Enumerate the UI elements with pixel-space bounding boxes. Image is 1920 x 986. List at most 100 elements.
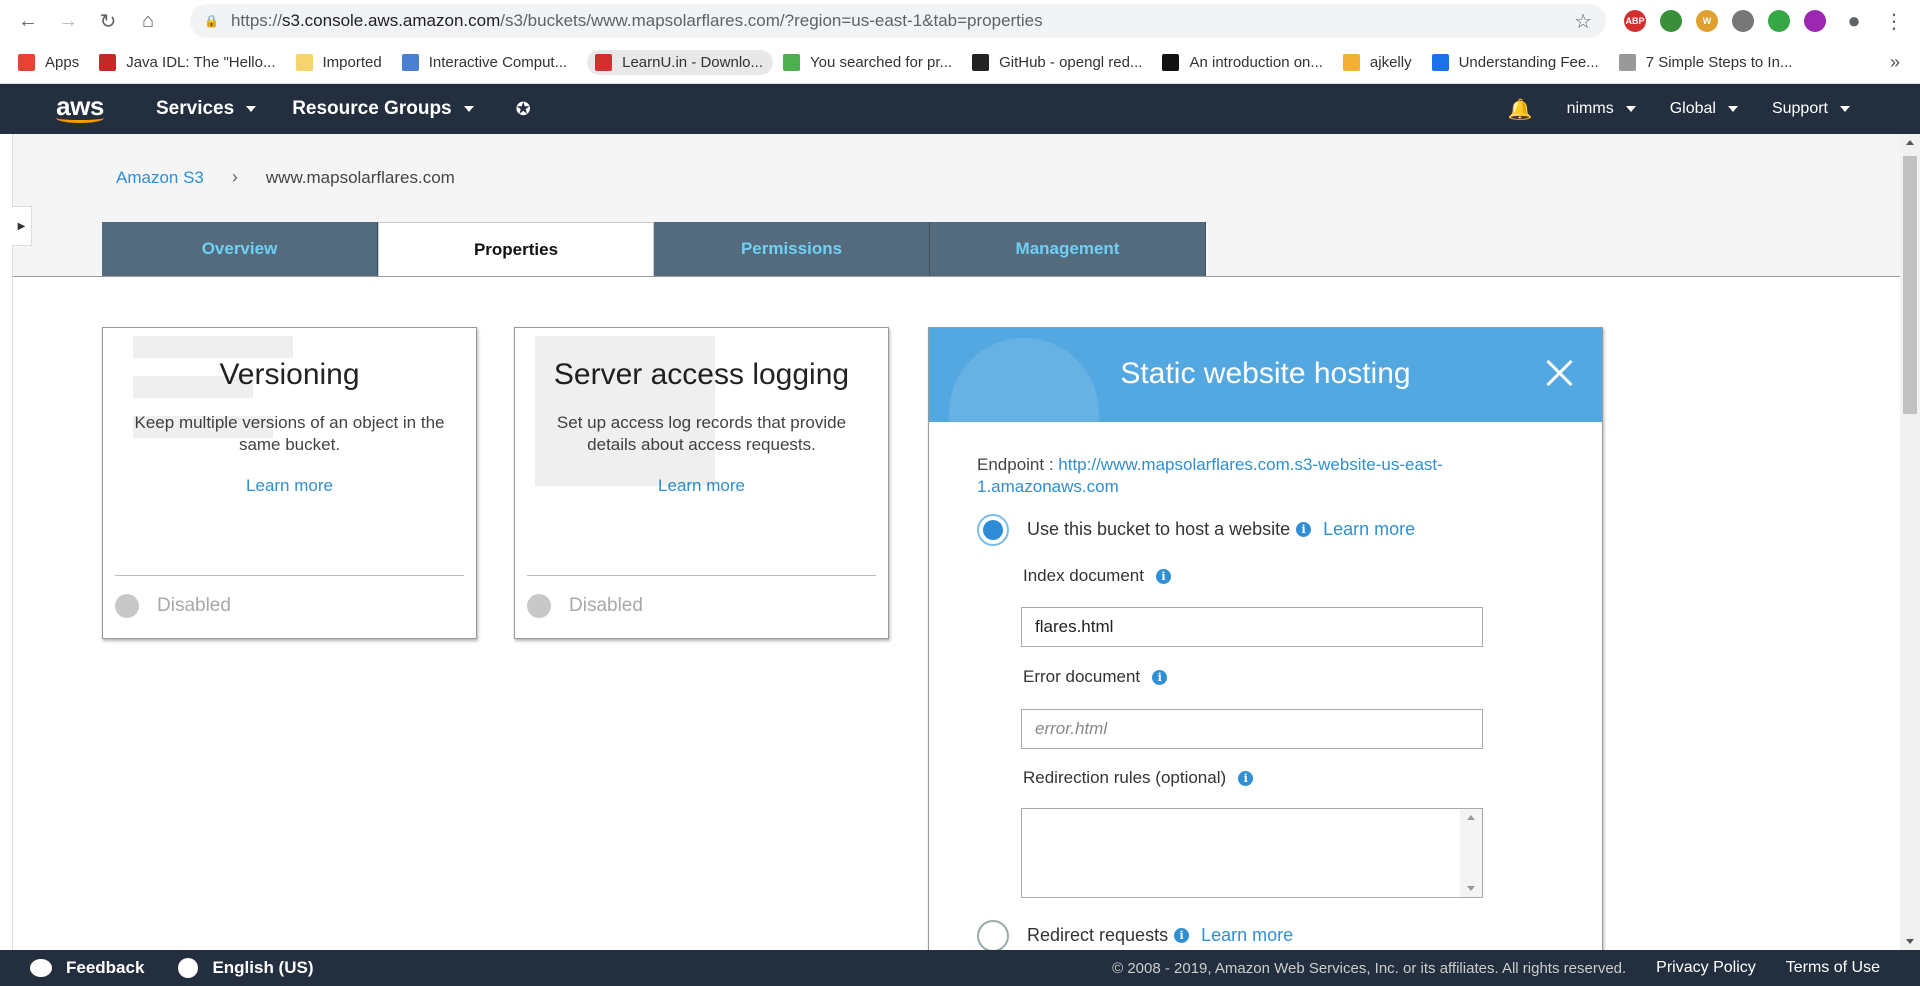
bookmark-item[interactable]: GitHub - opengl red... xyxy=(972,50,1152,75)
bookmark-label: Imported xyxy=(322,53,382,71)
extension-compass-icon[interactable] xyxy=(1768,10,1790,32)
bookmark-item[interactable]: LearnU.in - Downlo... xyxy=(587,49,774,75)
bookmark-item[interactable]: An introduction on... xyxy=(1162,50,1332,75)
caret-down-icon xyxy=(1727,106,1738,112)
adblock-plus-icon[interactable]: ABP xyxy=(1624,10,1646,32)
tab-management[interactable]: Management xyxy=(930,222,1206,276)
index-document-label-row: Index document i xyxy=(1023,566,1171,586)
resource-groups-label: Resource Groups xyxy=(292,98,452,119)
use-bucket-radio[interactable] xyxy=(977,514,1009,546)
redirection-rules-textarea[interactable] xyxy=(1022,809,1460,897)
profile-icon[interactable]: ● xyxy=(1840,7,1868,35)
bookmark-favicon-icon xyxy=(295,53,313,71)
menu-icon[interactable]: ⋮ xyxy=(1880,7,1908,35)
lock-icon: 🔒 xyxy=(204,14,219,28)
back-icon[interactable]: ← xyxy=(14,7,42,35)
textarea-scrollbar[interactable] xyxy=(1460,809,1482,897)
logging-status-label: Disabled xyxy=(569,595,643,616)
use-bucket-label[interactable]: Use this bucket to host a website xyxy=(1027,519,1290,540)
bookmarks-overflow-icon[interactable]: » xyxy=(1890,52,1900,73)
redirection-rules-textarea-wrap xyxy=(1021,808,1483,898)
versioning-card[interactable]: Versioning Keep multiple versions of an … xyxy=(102,327,477,639)
footer-right: © 2008 - 2019, Amazon Web Services, Inc.… xyxy=(1112,959,1880,977)
tab-permissions[interactable]: Permissions xyxy=(654,222,930,276)
redirect-learn-more-link[interactable]: Learn more xyxy=(1201,925,1293,946)
aws-top-nav: aws Services Resource Groups ✪ 🔔 nimms G… xyxy=(0,84,1920,134)
versioning-watermark-icon xyxy=(133,336,293,438)
scroll-up-icon[interactable] xyxy=(1906,140,1914,145)
bookmark-label: ajkelly xyxy=(1369,53,1412,71)
info-icon[interactable]: i xyxy=(1238,770,1254,786)
support-menu[interactable]: Support xyxy=(1772,100,1850,118)
redirect-requests-radio[interactable] xyxy=(977,920,1009,950)
bookmark-item[interactable]: Interactive Comput... xyxy=(401,50,577,75)
aws-smile-icon xyxy=(56,113,104,123)
bookmark-favicon-icon xyxy=(401,53,419,71)
bookmark-label: Java IDL: The "Hello... xyxy=(126,53,276,71)
bookmark-label: An introduction on... xyxy=(1189,53,1323,71)
privacy-policy-link[interactable]: Privacy Policy xyxy=(1656,959,1756,977)
scrollbar-thumb[interactable] xyxy=(1903,156,1917,414)
bookmark-item[interactable]: 7 Simple Steps to In... xyxy=(1618,50,1803,75)
reload-icon[interactable]: ↻ xyxy=(94,7,122,35)
index-document-input[interactable] xyxy=(1021,607,1483,647)
info-icon[interactable]: i xyxy=(1152,669,1168,685)
bookmark-item[interactable]: Imported xyxy=(295,50,392,75)
extension-icons: ABP W xyxy=(1614,10,1840,32)
user-menu[interactable]: nimms xyxy=(1567,100,1636,118)
terms-of-use-link[interactable]: Terms of Use xyxy=(1786,959,1880,977)
bookmark-star-icon[interactable]: ☆ xyxy=(1574,9,1592,34)
extension-w-icon[interactable]: W xyxy=(1696,10,1718,32)
bookmark-favicon-icon xyxy=(18,53,35,71)
scroll-up-icon xyxy=(1467,815,1475,820)
extension-green-icon[interactable] xyxy=(1660,10,1682,32)
info-icon[interactable]: i xyxy=(1155,568,1171,584)
bookmark-item[interactable]: Understanding Fee... xyxy=(1431,50,1609,75)
sidebar-toggle-icon[interactable]: ▶ xyxy=(12,206,32,246)
caret-down-icon xyxy=(463,106,474,112)
card-divider xyxy=(115,575,464,576)
info-icon[interactable]: i xyxy=(1296,522,1312,537)
forward-icon[interactable]: → xyxy=(54,7,82,35)
use-bucket-learn-more-link[interactable]: Learn more xyxy=(1323,519,1415,540)
close-icon[interactable] xyxy=(1542,356,1576,390)
pin-icon[interactable]: ✪ xyxy=(516,99,531,120)
feedback-button[interactable]: Feedback xyxy=(30,958,144,978)
home-icon[interactable]: ⌂ xyxy=(134,7,162,35)
tab-overview[interactable]: Overview xyxy=(102,222,378,276)
speech-bubble-icon xyxy=(30,959,52,977)
tab-properties[interactable]: Properties xyxy=(378,222,654,277)
services-menu[interactable]: Services xyxy=(156,98,257,120)
bookmark-item[interactable]: Java IDL: The "Hello... xyxy=(99,50,285,75)
bookmark-favicon-icon xyxy=(783,53,801,71)
error-document-input[interactable] xyxy=(1021,709,1483,749)
url-text[interactable]: https://s3.console.aws.amazon.com/s3/buc… xyxy=(231,11,1574,31)
bell-icon[interactable]: 🔔 xyxy=(1508,97,1533,122)
bookmark-favicon-icon xyxy=(99,53,117,71)
info-icon[interactable]: i xyxy=(1174,928,1190,943)
extension-purple-icon[interactable] xyxy=(1804,10,1826,32)
region-menu[interactable]: Global xyxy=(1670,100,1738,118)
bookmark-item[interactable]: You searched for pr... xyxy=(783,50,962,75)
breadcrumb-amazon-s3[interactable]: Amazon S3 xyxy=(116,168,204,188)
versioning-status-label: Disabled xyxy=(157,595,231,616)
bookmark-item[interactable]: Apps xyxy=(18,50,89,75)
use-bucket-option: Use this bucket to host a website i Lear… xyxy=(1027,519,1415,540)
scroll-down-icon xyxy=(1467,886,1475,891)
aws-logo[interactable]: aws xyxy=(0,84,120,134)
address-bar[interactable]: 🔒 https://s3.console.aws.amazon.com/s3/b… xyxy=(190,4,1606,38)
language-selector[interactable]: English (US) xyxy=(178,958,314,978)
server-access-logging-card[interactable]: Server access logging Set up access log … xyxy=(514,327,889,639)
bookmark-label: Apps xyxy=(45,53,80,71)
resource-groups-menu[interactable]: Resource Groups xyxy=(292,98,474,120)
redirect-requests-label[interactable]: Redirect requests xyxy=(1027,925,1168,946)
scroll-down-icon[interactable] xyxy=(1906,939,1914,944)
bookmark-favicon-icon xyxy=(1431,53,1449,71)
extension-grey-icon[interactable] xyxy=(1732,10,1754,32)
bookmark-label: You searched for pr... xyxy=(810,53,953,71)
language-label: English (US) xyxy=(212,958,314,977)
page-scrollbar[interactable] xyxy=(1900,134,1920,950)
logging-status: Disabled xyxy=(527,594,643,618)
bookmark-favicon-icon xyxy=(595,53,613,71)
bookmark-item[interactable]: ajkelly xyxy=(1342,50,1422,75)
